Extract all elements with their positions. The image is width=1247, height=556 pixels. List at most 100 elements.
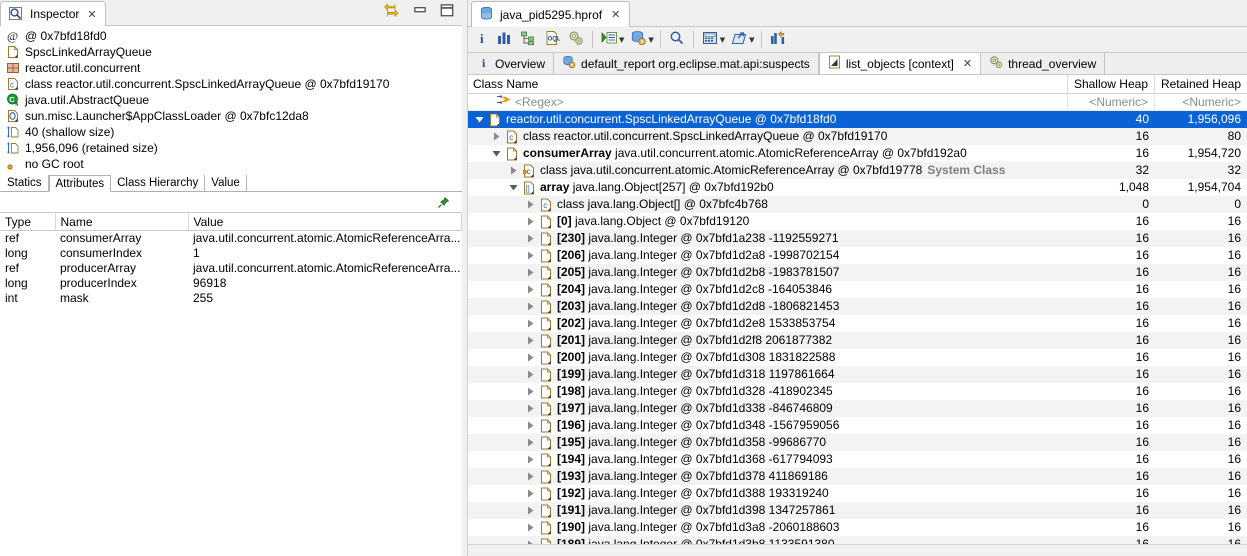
- expand-arrow-icon-closed[interactable]: [525, 523, 536, 532]
- sync-arrows-icon[interactable]: [384, 2, 402, 18]
- chevron-down-icon[interactable]: ▼: [720, 36, 725, 44]
- tree-row[interactable]: c class reactor.util.concurrent.SpscLink…: [468, 128, 1247, 146]
- expand-arrow-icon-closed[interactable]: [491, 132, 502, 141]
- tree-row[interactable]: [196] java.lang.Integer @ 0x7bfd1d348 -1…: [468, 417, 1247, 434]
- expand-arrow-icon-closed[interactable]: [525, 472, 536, 481]
- filter-retained[interactable]: <Numeric>: [1155, 94, 1247, 111]
- compare-button[interactable]: [766, 29, 790, 51]
- expand-arrow-icon-closed[interactable]: [525, 234, 536, 243]
- object-tree[interactable]: reactor.util.concurrent.SpscLinkedArrayQ…: [468, 111, 1247, 545]
- tree-row[interactable]: c class java.util.concurrent.atomic.Atom…: [468, 162, 1247, 180]
- tree-row[interactable]: [206] java.lang.Integer @ 0x7bfd1d2a8 -1…: [468, 247, 1247, 264]
- tree-row[interactable]: [189] java.lang.Integer @ 0x7bfd1d3b8 11…: [468, 536, 1247, 545]
- tree-row[interactable]: [204] java.lang.Integer @ 0x7bfd1d2c8 -1…: [468, 281, 1247, 298]
- expand-arrow-icon-closed[interactable]: [525, 285, 536, 294]
- oql-button[interactable]: OQL: [540, 29, 564, 51]
- expand-arrow-icon-closed[interactable]: [525, 438, 536, 447]
- tree-row[interactable]: [192] java.lang.Integer @ 0x7bfd1d388 19…: [468, 485, 1247, 502]
- tab-value[interactable]: Value: [205, 175, 247, 191]
- expand-arrow-icon-closed[interactable]: [525, 302, 536, 311]
- chevron-down-icon[interactable]: ▼: [619, 36, 624, 44]
- table-row[interactable]: int mask 255: [0, 291, 462, 306]
- table-row[interactable]: long consumerIndex 1: [0, 246, 462, 261]
- tree-row[interactable]: [194] java.lang.Integer @ 0x7bfd1d368 -6…: [468, 451, 1247, 468]
- tree-row[interactable]: [200] java.lang.Integer @ 0x7bfd1d308 18…: [468, 349, 1247, 366]
- class-gc-icon: c: [522, 164, 536, 178]
- col-header-name[interactable]: Name: [55, 212, 189, 231]
- export-button[interactable]: [727, 29, 751, 51]
- pane-tab-list-objects[interactable]: list_objects [context] ✕: [818, 53, 982, 75]
- tree-row[interactable]: [230] java.lang.Integer @ 0x7bfd1a238 -1…: [468, 230, 1247, 248]
- tree-row[interactable]: [193] java.lang.Integer @ 0x7bfd1d378 41…: [468, 468, 1247, 486]
- calculator-button[interactable]: [698, 29, 722, 51]
- tree-row[interactable]: [201] java.lang.Integer @ 0x7bfd1d2f8 20…: [468, 332, 1247, 350]
- tree-row[interactable]: [199] java.lang.Integer @ 0x7bfd1d318 11…: [468, 366, 1247, 384]
- tree-row[interactable]: [203] java.lang.Integer @ 0x7bfd1d2d8 -1…: [468, 298, 1247, 316]
- expand-arrow-icon-closed[interactable]: [525, 404, 536, 413]
- expand-arrow-icon-closed[interactable]: [525, 200, 536, 209]
- col-header-type[interactable]: Type: [0, 212, 56, 231]
- tab-statics[interactable]: Statics: [1, 175, 49, 191]
- col-header-class-name[interactable]: Class Name: [468, 74, 1068, 94]
- minimize-icon[interactable]: [411, 2, 429, 18]
- overview-info-button[interactable]: i: [474, 29, 492, 51]
- expand-arrow-icon-closed[interactable]: [525, 268, 536, 277]
- pane-tab-overview[interactable]: i Overview: [470, 53, 555, 75]
- expand-arrow-icon-open[interactable]: [474, 115, 485, 124]
- tab-heapdump[interactable]: java_pid5295.hprof ✕: [471, 1, 631, 27]
- leak-suspects-button[interactable]: [564, 29, 588, 51]
- table-row[interactable]: ref producerArray java.util.concurrent.a…: [0, 261, 462, 276]
- tree-row[interactable]: [195] java.lang.Integer @ 0x7bfd1d358 -9…: [468, 434, 1247, 452]
- filter-shallow[interactable]: <Numeric>: [1068, 93, 1155, 111]
- tree-row[interactable]: [191] java.lang.Integer @ 0x7bfd1d398 13…: [468, 502, 1247, 520]
- tree-row[interactable]: [190] java.lang.Integer @ 0x7bfd1d3a8 -2…: [468, 519, 1247, 536]
- expand-arrow-icon-closed[interactable]: [508, 166, 519, 175]
- col-header-value[interactable]: Value: [188, 212, 462, 231]
- tree-row[interactable]: c class java.lang.Object[] @ 0x7bfc4b768…: [468, 196, 1247, 214]
- maximize-icon[interactable]: [438, 2, 456, 18]
- tree-row[interactable]: [202] java.lang.Integer @ 0x7bfd1d2e8 15…: [468, 315, 1247, 332]
- dominator-tree-button[interactable]: [516, 29, 540, 51]
- expand-arrow-icon-closed[interactable]: [525, 217, 536, 226]
- close-icon[interactable]: ✕: [963, 58, 972, 69]
- expand-arrow-icon-closed[interactable]: [525, 370, 536, 379]
- expand-arrow-icon-open[interactable]: [491, 149, 502, 158]
- run-query-button[interactable]: [597, 29, 621, 51]
- tree-row[interactable]: reactor.util.concurrent.SpscLinkedArrayQ…: [468, 111, 1247, 129]
- table-row[interactable]: ref consumerArray java.util.concurrent.a…: [0, 231, 462, 246]
- tab-inspector[interactable]: Inspector ✕: [0, 1, 106, 26]
- tree-row[interactable]: [205] java.lang.Integer @ 0x7bfd1d2b8 -1…: [468, 264, 1247, 282]
- tab-class-hierarchy[interactable]: Class Hierarchy: [111, 175, 206, 191]
- find-button[interactable]: [665, 29, 689, 51]
- close-icon[interactable]: ✕: [611, 9, 620, 20]
- expand-arrow-icon-closed[interactable]: [525, 353, 536, 362]
- filter-class-name[interactable]: <Regex>: [468, 93, 1068, 111]
- open-query-browser-button[interactable]: [626, 29, 650, 51]
- expand-arrow-icon-closed[interactable]: [525, 489, 536, 498]
- chevron-down-icon[interactable]: ▼: [648, 36, 653, 44]
- tree-row[interactable]: [0] java.lang.Object @ 0x7bfd19120 16 16: [468, 213, 1247, 230]
- expand-arrow-icon-closed[interactable]: [525, 387, 536, 396]
- pane-tab-thread-overview[interactable]: thread_overview: [981, 53, 1106, 75]
- tab-attributes[interactable]: Attributes: [48, 175, 112, 192]
- pin-icon[interactable]: [437, 196, 450, 209]
- tree-row[interactable]: [197] java.lang.Integer @ 0x7bfd1d338 -8…: [468, 400, 1247, 418]
- chevron-down-icon[interactable]: ▼: [749, 36, 754, 44]
- tree-row[interactable]: [198] java.lang.Integer @ 0x7bfd1d328 -4…: [468, 383, 1247, 400]
- expand-arrow-icon-closed[interactable]: [525, 421, 536, 430]
- col-header-retained-heap[interactable]: Retained Heap: [1155, 75, 1247, 94]
- col-header-shallow-heap[interactable]: Shallow Heap: [1068, 74, 1155, 94]
- expand-arrow-icon-closed[interactable]: [525, 336, 536, 345]
- pane-tab-default-report[interactable]: default_report org.eclipse.mat.api:suspe…: [554, 53, 819, 75]
- expand-arrow-icon-closed[interactable]: [525, 506, 536, 515]
- expand-arrow-icon-closed[interactable]: [525, 251, 536, 260]
- tree-row[interactable]: consumerArray java.util.concurrent.atomi…: [468, 145, 1247, 162]
- table-row[interactable]: long producerIndex 96918: [0, 276, 462, 291]
- expand-arrow-icon-open[interactable]: [508, 183, 519, 192]
- horizontal-scrollbar[interactable]: [468, 544, 1247, 556]
- expand-arrow-icon-closed[interactable]: [525, 455, 536, 464]
- histogram-button[interactable]: [492, 29, 516, 51]
- tree-row[interactable]: [] array java.lang.Object[257] @ 0x7bfd19…: [468, 179, 1247, 196]
- close-icon[interactable]: ✕: [87, 9, 96, 20]
- expand-arrow-icon-closed[interactable]: [525, 319, 536, 328]
